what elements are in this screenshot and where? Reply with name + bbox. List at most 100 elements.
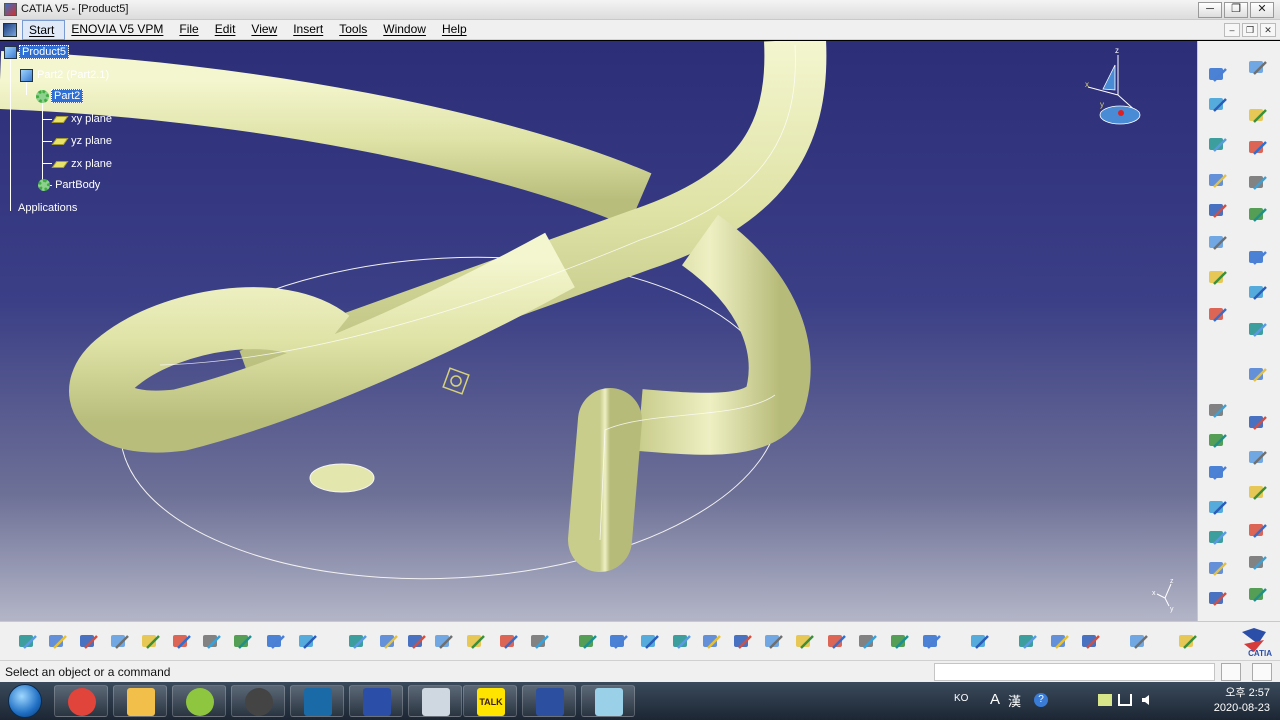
start-button[interactable] bbox=[8, 684, 42, 718]
menu-start[interactable]: Start bbox=[22, 20, 66, 40]
obs-icon[interactable] bbox=[231, 685, 285, 717]
split-icon[interactable] bbox=[1206, 587, 1230, 611]
whats-this-icon[interactable] bbox=[296, 630, 320, 654]
doc-close-button[interactable]: ✕ bbox=[1260, 23, 1276, 37]
menu-help[interactable]: Help bbox=[436, 20, 477, 40]
tree-item-zx-plane[interactable]: zx plane bbox=[51, 156, 112, 172]
helix-icon[interactable] bbox=[1206, 199, 1230, 223]
tree-item-xy-plane[interactable]: xy plane bbox=[51, 111, 112, 127]
tree-item-yz-plane[interactable]: yz plane bbox=[51, 133, 112, 149]
point-icon[interactable] bbox=[1206, 63, 1230, 87]
knowledge-rule-icon[interactable] bbox=[405, 630, 429, 654]
line-icon[interactable] bbox=[1206, 93, 1230, 117]
rotate-icon[interactable] bbox=[670, 630, 694, 654]
bottle-icon[interactable] bbox=[1079, 630, 1103, 654]
measure-between-icon[interactable] bbox=[968, 630, 992, 654]
join-icon[interactable] bbox=[1246, 519, 1270, 543]
plane-icon[interactable] bbox=[1206, 133, 1230, 157]
update-icon[interactable] bbox=[1176, 630, 1200, 654]
offset-icon[interactable] bbox=[1206, 526, 1230, 550]
analysis-icon[interactable] bbox=[528, 630, 552, 654]
zoom-in-icon[interactable] bbox=[700, 630, 724, 654]
anchor-point-icon[interactable] bbox=[442, 367, 470, 395]
revolve-icon[interactable] bbox=[1206, 496, 1230, 520]
menu-file[interactable]: File bbox=[173, 20, 208, 40]
tree-item-part-instance[interactable]: Part2 (Part2.1) bbox=[20, 67, 111, 83]
explorer-icon[interactable] bbox=[113, 685, 167, 717]
inertia-icon[interactable] bbox=[1048, 630, 1072, 654]
constraint-face-icon[interactable] bbox=[1246, 136, 1270, 160]
paste-icon[interactable] bbox=[200, 630, 224, 654]
pen-icon[interactable] bbox=[1098, 694, 1112, 706]
menu-view[interactable]: View bbox=[245, 20, 287, 40]
save-icon[interactable] bbox=[77, 630, 101, 654]
healing-icon[interactable] bbox=[1246, 551, 1270, 575]
multi-view-icon[interactable] bbox=[793, 630, 817, 654]
help-icon[interactable]: ? bbox=[1034, 693, 1048, 707]
extract-icon[interactable] bbox=[1206, 399, 1230, 423]
print-icon[interactable] bbox=[108, 630, 132, 654]
ime-mode[interactable]: A bbox=[990, 691, 1000, 708]
tree-item-partbody[interactable]: PartBody bbox=[38, 177, 100, 193]
restore-button[interactable]: ❐ bbox=[1224, 2, 1248, 18]
axis-system-icon[interactable] bbox=[1246, 171, 1270, 195]
3d-viewport[interactable]: z x y z x y Product5 Part2 (Part2.1) Par bbox=[0, 41, 1197, 621]
power-input-button[interactable] bbox=[1221, 663, 1241, 681]
zoom-out-icon[interactable] bbox=[731, 630, 755, 654]
undo-icon[interactable] bbox=[231, 630, 255, 654]
comment-icon[interactable] bbox=[377, 630, 401, 654]
clock[interactable]: 오후 2:57 2020-08-23 bbox=[1214, 686, 1270, 716]
settings-icon[interactable] bbox=[408, 685, 462, 717]
ime-hanja[interactable]: 漢 bbox=[1008, 691, 1021, 710]
minimize-button[interactable]: ─ bbox=[1198, 2, 1222, 18]
formula-icon[interactable] bbox=[346, 630, 370, 654]
fill-icon[interactable] bbox=[1206, 429, 1230, 453]
lang-indicator[interactable]: KO bbox=[954, 693, 968, 704]
blend-icon[interactable] bbox=[1246, 446, 1270, 470]
hide-show-icon[interactable] bbox=[888, 630, 912, 654]
volume-icon[interactable] bbox=[1140, 693, 1154, 707]
new-icon[interactable] bbox=[16, 630, 40, 654]
left-loop-tube[interactable] bbox=[69, 232, 575, 453]
tree-item-product5[interactable]: Product5 bbox=[4, 44, 70, 60]
compass-icon[interactable]: z x y bbox=[1085, 46, 1141, 125]
table-icon[interactable] bbox=[432, 630, 456, 654]
shading-icon[interactable] bbox=[856, 630, 880, 654]
menu-enovia[interactable]: ENOVIA V5 VPM bbox=[65, 20, 173, 40]
doc-minimize-button[interactable]: – bbox=[1224, 23, 1240, 37]
trim-icon[interactable] bbox=[1246, 481, 1270, 505]
corner-icon[interactable] bbox=[1206, 266, 1230, 290]
kakaotalk-icon[interactable]: TALK bbox=[463, 685, 517, 717]
extrude-icon[interactable] bbox=[1206, 461, 1230, 485]
fit-all-icon[interactable] bbox=[607, 630, 631, 654]
snap-icon[interactable] bbox=[1246, 246, 1270, 270]
window-icon[interactable] bbox=[290, 685, 344, 717]
android-icon[interactable] bbox=[172, 685, 226, 717]
sweep-icon[interactable] bbox=[1206, 169, 1230, 193]
tree-icon[interactable] bbox=[464, 630, 488, 654]
knowledge-icon[interactable] bbox=[1246, 56, 1270, 80]
open-icon[interactable] bbox=[46, 630, 70, 654]
curve-icon[interactable] bbox=[1246, 318, 1270, 342]
pan-icon[interactable] bbox=[638, 630, 662, 654]
projection-icon[interactable] bbox=[1206, 231, 1230, 255]
translate-icon[interactable] bbox=[1246, 583, 1270, 607]
document-icon[interactable] bbox=[3, 23, 17, 37]
menu-tools[interactable]: Tools bbox=[333, 20, 377, 40]
sketch-icon[interactable] bbox=[1246, 281, 1270, 305]
copy-icon[interactable] bbox=[170, 630, 194, 654]
tube-end-face[interactable] bbox=[309, 463, 375, 493]
stop-button[interactable] bbox=[1252, 663, 1272, 681]
menu-insert[interactable]: Insert bbox=[287, 20, 333, 40]
catia-icon[interactable] bbox=[349, 685, 403, 717]
menu-window[interactable]: Window bbox=[377, 20, 436, 40]
right-loop-tube[interactable] bbox=[637, 214, 811, 455]
tree-item-part2[interactable]: Part2 bbox=[36, 88, 84, 104]
cut-icon[interactable] bbox=[139, 630, 163, 654]
chrome-icon[interactable] bbox=[54, 685, 108, 717]
swap-visible-icon[interactable] bbox=[920, 630, 944, 654]
constraint-icon[interactable] bbox=[1246, 104, 1270, 128]
fly-mode-icon[interactable] bbox=[576, 630, 600, 654]
redo-icon[interactable] bbox=[264, 630, 288, 654]
catia-active-icon[interactable] bbox=[522, 685, 576, 717]
